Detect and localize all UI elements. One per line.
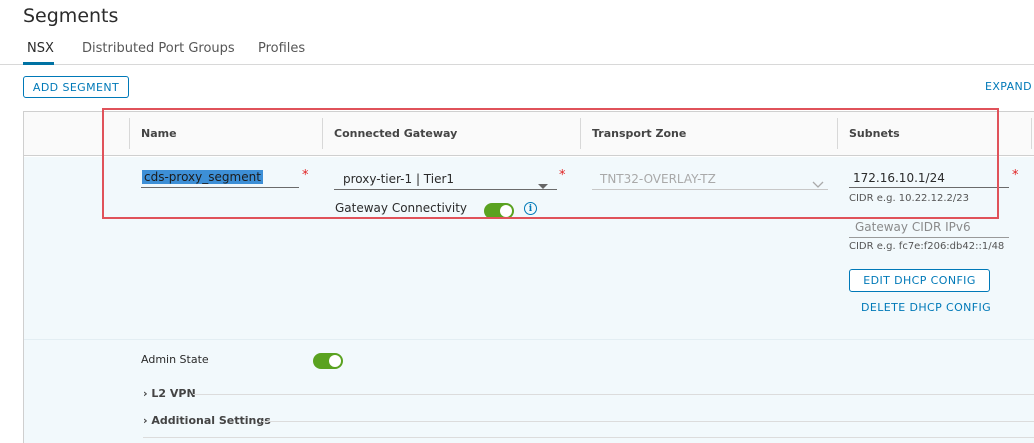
tab-profiles[interactable]: Profiles bbox=[258, 41, 305, 56]
active-tab-indicator bbox=[23, 62, 54, 65]
section-divider bbox=[24, 339, 1034, 340]
column-separator bbox=[1031, 118, 1032, 149]
delete-dhcp-config-button[interactable]: DELETE DHCP CONFIG bbox=[861, 301, 991, 314]
ipv6-hint: CIDR e.g. fc7e:f206:db42::1/48 bbox=[849, 241, 1005, 252]
section-divider bbox=[262, 421, 1034, 422]
required-marker: * bbox=[1012, 168, 1019, 183]
tab-nsx[interactable]: NSX bbox=[27, 41, 54, 56]
page-title: Segments bbox=[23, 5, 119, 27]
additional-settings-label: Additional Settings bbox=[151, 414, 271, 427]
admin-state-label: Admin State bbox=[141, 353, 209, 366]
tabs-divider bbox=[0, 64, 1034, 65]
admin-state-toggle[interactable] bbox=[313, 353, 343, 369]
highlight-box bbox=[102, 108, 999, 219]
input-underline bbox=[849, 237, 1009, 238]
additional-settings-section-toggle[interactable]: › Additional Settings bbox=[143, 414, 271, 427]
expand-all-button[interactable]: EXPAND bbox=[985, 80, 1032, 93]
l2vpn-label: L2 VPN bbox=[151, 387, 196, 400]
gateway-cidr-ipv6-input[interactable]: Gateway CIDR IPv6 bbox=[855, 220, 971, 234]
tab-distributed-port-groups[interactable]: Distributed Port Groups bbox=[82, 41, 235, 56]
section-divider bbox=[143, 437, 1034, 438]
add-segment-button[interactable]: ADD SEGMENT bbox=[23, 76, 129, 98]
chevron-right-icon: › bbox=[143, 414, 148, 427]
section-divider bbox=[193, 394, 1034, 395]
edit-dhcp-config-button[interactable]: EDIT DHCP CONFIG bbox=[849, 269, 990, 292]
l2vpn-section-toggle[interactable]: › L2 VPN bbox=[143, 387, 196, 400]
chevron-right-icon: › bbox=[143, 387, 148, 400]
